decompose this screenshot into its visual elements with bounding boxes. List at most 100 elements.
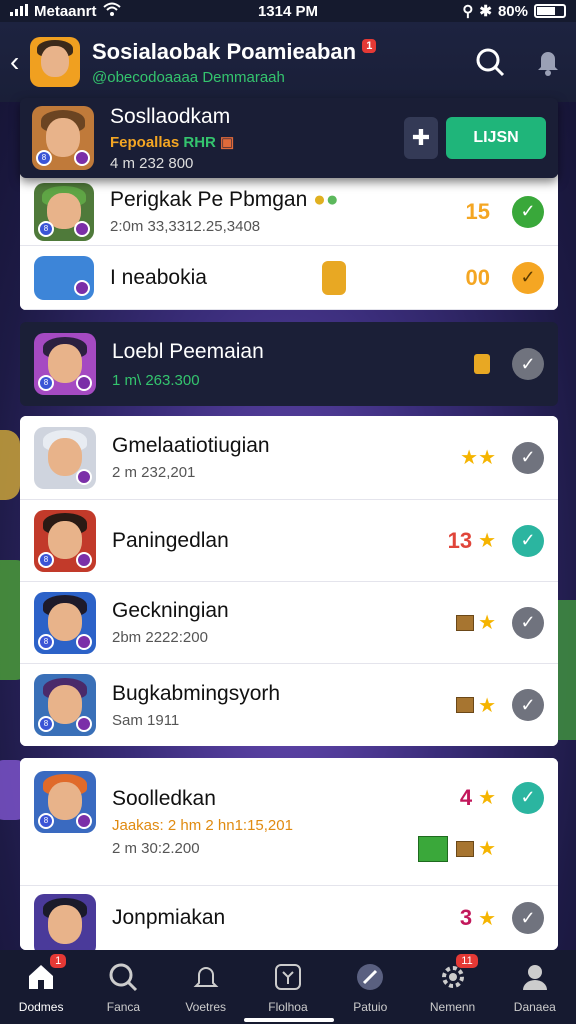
tab-home[interactable]: Dodmes 1	[0, 950, 82, 1024]
check-icon[interactable]: ✓	[512, 441, 544, 474]
cash-icon	[418, 835, 449, 862]
signal-icon	[10, 3, 28, 20]
coin-icon: ●	[313, 188, 326, 211]
bluetooth-icon: ✱	[479, 3, 492, 20]
item-name: Loebl Peemaian	[112, 339, 264, 363]
item-name: Gmelaatiotiugian	[112, 434, 270, 457]
join-button[interactable]: LIJSN	[446, 117, 546, 159]
crate-icon	[456, 614, 475, 631]
profile-icon	[518, 960, 552, 994]
item-subtitle: 2 m 30:2.200	[112, 839, 200, 857]
trophy-icon	[321, 260, 346, 295]
check-icon[interactable]: ✓	[512, 261, 544, 294]
check-icon[interactable]: ✓	[512, 902, 544, 934]
leaf-icon: ●	[325, 188, 339, 211]
featured-tag: Fepoallas	[110, 133, 180, 151]
search-icon[interactable]	[472, 44, 508, 80]
item-subtitle: 2:0m 33,3312.25,3408	[110, 218, 261, 235]
list-item[interactable]: I neabokia 00 ✓	[20, 246, 558, 310]
star-icon: ★★	[460, 447, 496, 469]
item-count: 00	[465, 264, 490, 290]
avatar	[34, 894, 96, 950]
list-item[interactable]: 8 Perigkak Pe Pbmgan ●● 2:0m 33,3312.25,…	[20, 178, 558, 246]
list-item[interactable]: 8 Bugkabmingsyorh Sam 1911 ★ ✓	[20, 664, 558, 746]
featured-tag-green: RHR	[183, 133, 216, 151]
search-icon	[106, 960, 140, 994]
tab-tools[interactable]: Patuio	[329, 950, 411, 1024]
list-item[interactable]: 8 Paningedlan 13 ★ ✓	[20, 500, 558, 582]
tab-label: Flolhoa	[268, 1000, 308, 1014]
battery-icon	[534, 4, 566, 18]
tab-label: Nemenn	[429, 1000, 476, 1014]
check-icon[interactable]: ✓	[512, 348, 544, 380]
list-item[interactable]: 8 Geckningian 2bm 2222:200 ★ ✓	[20, 582, 558, 664]
featured-subtitle: 4 m 232 800	[110, 154, 194, 172]
item-subtitle: Sam 1911	[112, 711, 180, 729]
star-icon: ★	[478, 787, 496, 809]
avatar: 8	[34, 182, 94, 241]
bell-icon[interactable]	[530, 44, 566, 80]
crate-icon	[456, 697, 475, 713]
list-item[interactable]: Jonpmiakan 3 ★ ✓	[20, 886, 558, 950]
page-title: Sosialaobak Poamieaban	[92, 38, 357, 64]
status-bar: Metaanrt 1314 PM ⚲ ✱ 80%	[0, 0, 576, 22]
tab-notifications[interactable]: Voetres	[165, 950, 247, 1024]
location-icon: ⚲	[462, 3, 474, 20]
tab-games[interactable]: Flolhoa	[247, 950, 329, 1024]
check-icon[interactable]: ✓	[512, 781, 544, 814]
tab-settings[interactable]: Nemenn 11	[411, 950, 493, 1024]
list-item[interactable]: 8 Soolledkan Jaakas: 2 hm 2 hn1:15,201 2…	[20, 758, 558, 886]
check-icon[interactable]: ✓	[512, 524, 544, 557]
tab-label: Patuio	[353, 1000, 388, 1014]
item-name: I neabokia	[110, 265, 207, 289]
check-icon[interactable]: ✓	[512, 689, 544, 721]
tab-label: Voetres	[185, 1000, 227, 1014]
item-name: Bugkabmingsyorh	[112, 681, 281, 705]
tab-label: Dodmes	[18, 1000, 64, 1014]
check-icon[interactable]: ✓	[512, 606, 544, 639]
item-subtitle: 2bm 2222:200	[112, 629, 208, 646]
list-card: 8 Perigkak Pe Pbmgan ●● 2:0m 33,3312.25,…	[20, 170, 558, 310]
list-item[interactable]: Gmelaatiotiugian 2 m 232,201 ★★ ✓	[20, 416, 558, 500]
item-name: Paningedlan	[112, 528, 229, 552]
item-name: Jonpmiakan	[112, 906, 226, 929]
tab-label: Fanca	[106, 1000, 141, 1014]
avatar: 8	[32, 106, 94, 170]
app-header: ‹ Sosialaobak Poamieaban 1 @obecodoaaaa …	[0, 22, 576, 102]
item-subtitle: 1 m\ 263.300	[112, 371, 200, 389]
title-badge: 1	[362, 38, 377, 53]
add-button[interactable]: ✚	[404, 117, 438, 159]
background-decoration	[0, 430, 20, 500]
crate-icon	[456, 840, 475, 857]
avatar: 8	[34, 674, 96, 736]
shield-icon	[474, 354, 490, 374]
clock: 1314 PM	[257, 2, 319, 20]
avatar: 8	[34, 509, 96, 572]
tab-label: Danaea	[513, 1000, 556, 1014]
game-icon	[271, 960, 305, 994]
item-name: Geckningian	[112, 599, 229, 622]
avatar: 8	[34, 333, 96, 395]
battery-label: 80%	[497, 2, 528, 20]
page-subtitle: @obecodoaaaa Demmaraah	[92, 68, 285, 86]
item-count: 15	[465, 198, 490, 224]
item-name: Perigkak Pe Pbmgan	[110, 188, 308, 211]
check-icon[interactable]: ✓	[512, 195, 544, 228]
star-icon: ★	[478, 907, 496, 930]
list-card: Gmelaatiotiugian 2 m 232,201 ★★ ✓ 8 Pani…	[20, 416, 558, 746]
avatar[interactable]	[30, 37, 80, 87]
tab-search[interactable]: Fanca	[82, 950, 164, 1024]
tab-badge: 1	[50, 954, 67, 968]
tab-badge: 11	[456, 954, 478, 968]
avatar: 8	[34, 591, 96, 654]
featured-item[interactable]: 8 Sosllaodkam Fepoallas RHR ▣ 4 m 232 80…	[20, 98, 558, 178]
back-button[interactable]: ‹	[10, 46, 30, 78]
featured-name: Sosllaodkam	[110, 104, 231, 128]
tab-profile[interactable]: Danaea	[494, 950, 576, 1024]
item-count: 13	[447, 527, 473, 553]
item-name: Soolledkan	[112, 786, 216, 810]
avatar	[34, 255, 94, 300]
highlighted-item[interactable]: 8 Loebl Peemaian 1 m\ 263.300 ✓	[20, 322, 558, 406]
carrier-label: Metaanrt	[34, 2, 97, 20]
bell-icon	[189, 960, 223, 994]
